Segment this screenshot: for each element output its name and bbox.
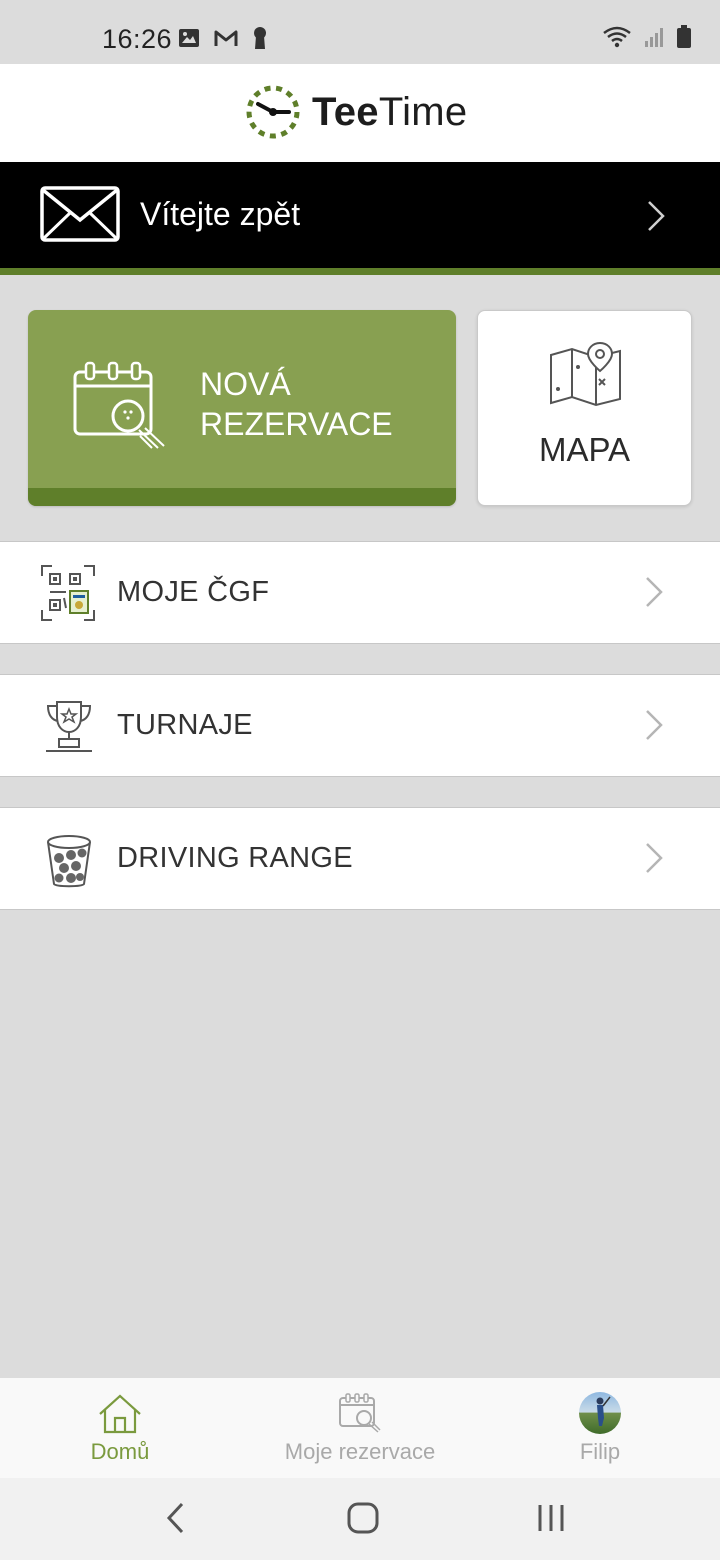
notification-icons <box>178 26 268 50</box>
menu-item-driving-range[interactable]: DRIVING RANGE <box>0 807 720 910</box>
banner-accent-stripe <box>0 268 720 275</box>
nav-label-my-reservations: Moje rezervace <box>284 1439 436 1464</box>
recent-apps-button[interactable] <box>536 1502 566 1534</box>
bottom-navigation: Domů Moje rezervace Filip <box>0 1378 720 1478</box>
welcome-banner[interactable]: Vítejte zpět <box>0 162 720 275</box>
chevron-right-icon <box>646 843 663 873</box>
menu-item-turnaje[interactable]: TURNAJE <box>0 674 720 777</box>
welcome-label: Vítejte zpět <box>140 196 301 232</box>
home-icon <box>99 1394 141 1434</box>
map-tile[interactable]: MAPA <box>477 310 692 506</box>
image-icon <box>179 29 199 47</box>
status-bar: 16:26 <box>0 0 720 64</box>
battery-icon <box>677 25 691 48</box>
map-label: MAPA <box>538 431 631 468</box>
logo-text: TeeTime <box>312 89 468 134</box>
gmail-icon <box>214 30 238 46</box>
golfer-silhouette-icon <box>596 1396 611 1426</box>
nav-label-home: Domů <box>90 1439 150 1464</box>
envelope-icon <box>40 186 120 242</box>
system-navigation-bar <box>0 1478 720 1560</box>
chevron-right-icon <box>648 201 665 231</box>
signal-icon <box>645 28 663 47</box>
qr-card-icon <box>41 565 95 621</box>
nav-label-profile: Filip <box>579 1439 621 1464</box>
chevron-right-icon <box>646 577 663 607</box>
menu-label: MOJE ČGF <box>117 576 270 608</box>
menu-item-moje-cgf[interactable]: MOJE ČGF <box>0 541 720 644</box>
trophy-icon <box>46 701 92 752</box>
wifi-icon <box>603 26 631 48</box>
nav-tab-home[interactable]: Domů <box>0 1378 240 1478</box>
status-time: 16:26 <box>102 24 173 54</box>
tile-accent-band <box>28 488 456 506</box>
new-reservation-label: NOVÁ REZERVACE <box>200 366 393 442</box>
ball-bucket-icon <box>47 835 91 888</box>
nav-tab-my-reservations[interactable]: Moje rezervace <box>240 1378 480 1478</box>
new-reservation-tile[interactable]: NOVÁ REZERVACE <box>28 310 456 506</box>
calendar-icon <box>339 1393 381 1433</box>
calendar-golf-icon <box>73 361 165 449</box>
chevron-right-icon <box>646 710 663 740</box>
system-status-icons <box>602 25 692 49</box>
home-button[interactable] <box>347 1502 379 1534</box>
menu-label: DRIVING RANGE <box>117 842 353 874</box>
menu-label: TURNAJE <box>117 709 253 741</box>
teetime-logo: TeeTime <box>246 85 467 139</box>
back-button[interactable] <box>164 1502 186 1534</box>
app-header: TeeTime <box>0 64 720 162</box>
clock-icon <box>246 85 300 139</box>
keyhole-icon <box>254 27 266 49</box>
avatar <box>579 1392 621 1434</box>
nav-tab-profile[interactable]: Filip <box>480 1378 720 1478</box>
map-pin-icon <box>550 341 621 407</box>
